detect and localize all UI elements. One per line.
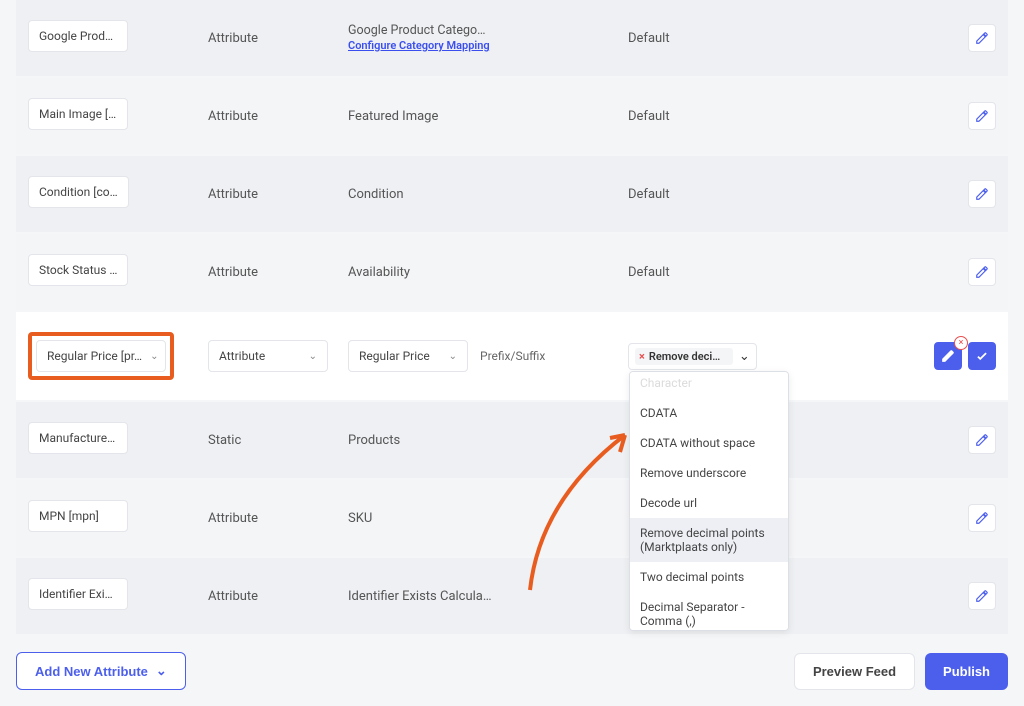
chevron-down-icon: ⌄ <box>150 351 158 362</box>
value-label: Featured Image <box>348 109 438 124</box>
type-dropdown[interactable]: Attribute ⌄ <box>208 340 328 372</box>
table-row-active: Regular Price [pr… ⌄ Attribute ⌄ Regular… <box>16 312 1008 400</box>
value-label: SKU <box>348 511 372 526</box>
edit-button[interactable] <box>968 582 996 610</box>
attribute-mapping-table: Google Prod… Attribute Google Product Ca… <box>0 0 1024 706</box>
chevron-down-icon: ⌄ <box>739 349 750 364</box>
output-label: Default <box>628 31 670 46</box>
edit-button[interactable] <box>968 24 996 52</box>
value-label: Identifier Exists Calcula… <box>348 589 492 604</box>
output-label: Default <box>628 109 670 124</box>
output-label: Default <box>628 187 670 202</box>
field-name-dropdown[interactable]: Regular Price [pr… ⌄ <box>36 340 166 372</box>
field-name[interactable]: Main Image [… <box>28 98 128 130</box>
publish-button[interactable]: Publish <box>925 653 1008 690</box>
output-type-select[interactable]: × Remove decim… ⌄ Character CDATA CDATA … <box>628 343 757 370</box>
edit-button[interactable] <box>968 258 996 286</box>
dropdown-item[interactable]: CDATA <box>630 398 788 428</box>
type-label: Attribute <box>208 511 258 526</box>
add-attribute-button[interactable]: Add New Attribute ⌄ <box>16 652 186 690</box>
preview-feed-button[interactable]: Preview Feed <box>794 653 915 690</box>
table-row: Manufacture… Static Products <box>16 402 1008 478</box>
remove-chip-icon[interactable]: × <box>639 350 645 363</box>
dropdown-item[interactable]: Decimal Separator - Comma (,) <box>630 592 788 631</box>
field-name[interactable]: Google Prod… <box>28 20 128 52</box>
chevron-down-icon: ⌄ <box>309 351 317 362</box>
selected-chip[interactable]: × Remove decim… <box>635 348 733 365</box>
output-type-dropdown[interactable]: Character CDATA CDATA without space Remo… <box>629 371 789 631</box>
edit-button[interactable] <box>968 426 996 454</box>
type-label: Attribute <box>208 589 258 604</box>
chevron-down-icon: ⌄ <box>449 351 457 362</box>
field-name[interactable]: Manufacture… <box>28 422 128 454</box>
edit-button[interactable] <box>968 180 996 208</box>
type-label: Attribute <box>208 187 258 202</box>
chevron-down-icon: ⌄ <box>156 663 167 679</box>
dropdown-item[interactable]: Decode url <box>630 488 788 518</box>
configure-category-link[interactable]: Configure Category Mapping <box>348 39 490 52</box>
dropdown-item-selected[interactable]: Remove decimal points (Marktplaats only) <box>630 518 788 562</box>
field-name[interactable]: Identifier Exi… <box>28 578 128 610</box>
confirm-button[interactable] <box>968 342 996 370</box>
edit-button[interactable] <box>968 102 996 130</box>
field-name[interactable]: MPN [mpn] <box>28 500 128 532</box>
highlight-annotation: Regular Price [pr… ⌄ <box>28 332 174 380</box>
value-label: Products <box>348 433 400 448</box>
type-label: Static <box>208 433 241 448</box>
field-name[interactable]: Stock Status … <box>28 254 128 286</box>
dropdown-item[interactable]: CDATA without space <box>630 428 788 458</box>
value-label: Condition <box>348 187 404 202</box>
table-row: Condition [co… Attribute Condition Defau… <box>16 156 1008 232</box>
table-row: Google Prod… Attribute Google Product Ca… <box>16 0 1008 76</box>
dropdown-item[interactable]: Remove underscore <box>630 458 788 488</box>
prefix-suffix-label: Prefix/Suffix <box>480 349 545 363</box>
dropdown-item[interactable]: Two decimal points <box>630 562 788 592</box>
value-label: Availability <box>348 265 410 280</box>
close-icon[interactable]: × <box>954 336 968 350</box>
type-label: Attribute <box>208 109 258 124</box>
table-row: Main Image [… Attribute Featured Image D… <box>16 78 1008 154</box>
output-label: Default <box>628 265 670 280</box>
dropdown-item[interactable]: Character <box>630 372 788 398</box>
value-dropdown[interactable]: Regular Price ⌄ <box>348 340 468 372</box>
footer-bar: Add New Attribute ⌄ Preview Feed Publish <box>16 636 1008 690</box>
type-label: Attribute <box>208 31 258 46</box>
value-label: Google Product Catego… <box>348 23 628 38</box>
table-row: MPN [mpn] Attribute SKU <box>16 480 1008 556</box>
edit-button[interactable] <box>968 504 996 532</box>
table-row: Stock Status … Attribute Availability De… <box>16 234 1008 310</box>
field-name[interactable]: Condition [co… <box>28 176 129 208</box>
type-label: Attribute <box>208 265 258 280</box>
